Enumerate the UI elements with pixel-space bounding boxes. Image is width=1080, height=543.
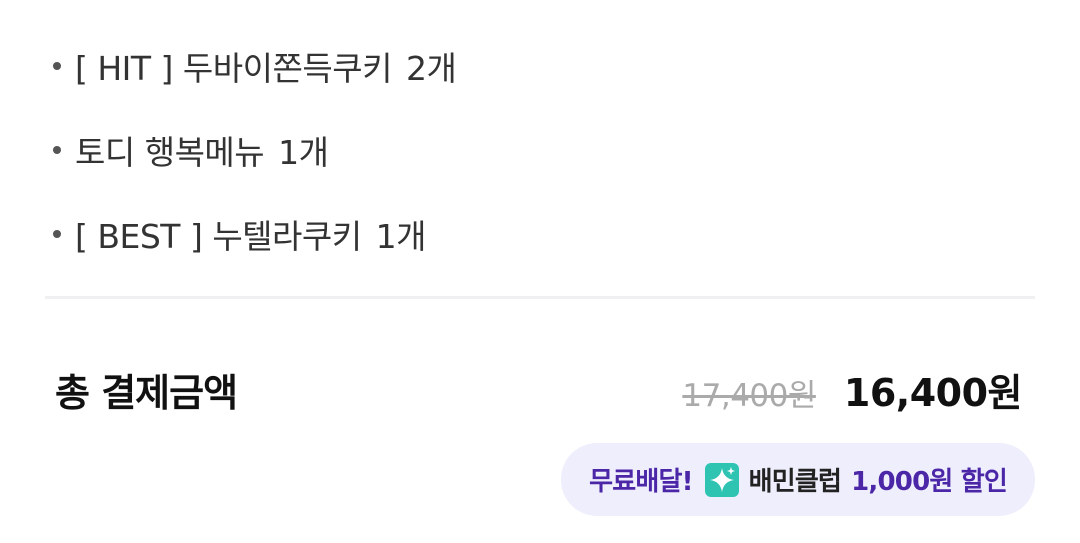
- order-item-qty: 1개: [278, 133, 329, 172]
- order-item: [ BEST ] 누텔라쿠키 1개: [53, 206, 456, 262]
- bullet-icon: [53, 146, 61, 154]
- baemin-club-promo-badge[interactable]: 무료배달! 배민클럽 1,000원 할인: [561, 443, 1035, 516]
- price-group: 17,400원 16,400원: [682, 362, 1022, 417]
- discount-text: 1,000원 할인: [851, 467, 1008, 497]
- section-divider: [45, 296, 1035, 299]
- sparkle-badge-icon: [704, 462, 739, 497]
- order-item-qty: 2개: [405, 49, 457, 88]
- order-item: 토디 행복메뉴 1개: [53, 122, 456, 178]
- bullet-icon: [53, 230, 61, 238]
- bullet-icon: [53, 62, 61, 70]
- original-price: 17,400원: [682, 378, 816, 414]
- baemin-club-name: 배민클럽: [748, 467, 842, 497]
- free-delivery-text: 무료배달!: [589, 467, 693, 497]
- order-item: [ HIT ] 두바이쫀득쿠키 2개: [53, 38, 457, 94]
- order-item-list: [ HIT ] 두바이쫀득쿠키 2개 토디 행복메뉴 1개 [ BEST ] 누…: [53, 38, 457, 290]
- order-item-name: [ HIT ] 두바이쫀득쿠키: [75, 49, 392, 88]
- order-item-qty: 1개: [375, 217, 427, 256]
- order-item-name: 토디 행복메뉴: [75, 133, 265, 172]
- order-item-name: [ BEST ] 누텔라쿠키: [75, 217, 362, 256]
- final-price: 16,400원: [843, 371, 1023, 415]
- total-payment-label: 총 결제금액: [55, 371, 238, 415]
